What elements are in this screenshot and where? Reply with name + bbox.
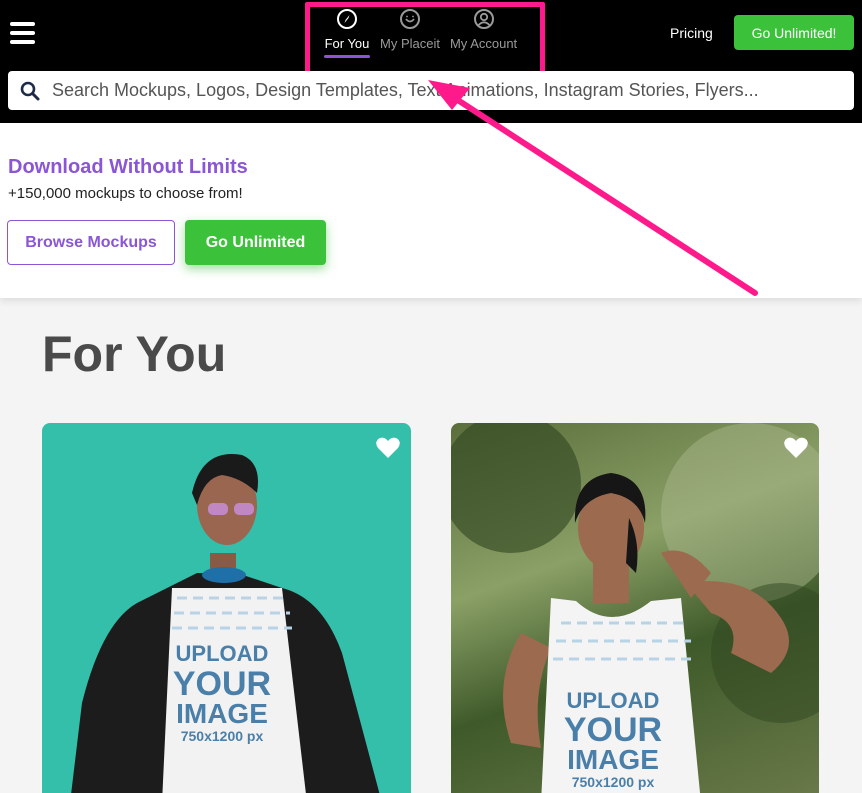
- mockup-text-size: 750x1200 px: [181, 728, 264, 744]
- mockup-preview-image: UPLOAD YOUR IMAGE 750x1200 px: [451, 423, 819, 793]
- mockup-preview-image: UPLOAD YOUR IMAGE 750x1200 px: [71, 454, 380, 793]
- smiley-icon: [399, 9, 420, 29]
- tab-my-placeit[interactable]: My Placeit: [378, 8, 442, 58]
- search-input[interactable]: [52, 80, 832, 101]
- compass-icon: [337, 9, 357, 29]
- top-navigation-bar: For You My Placeit My Account Pricing Go…: [0, 0, 862, 123]
- tab-my-account[interactable]: My Account: [448, 8, 519, 58]
- tab-for-you[interactable]: For You: [322, 8, 372, 58]
- search-bar: [8, 71, 854, 110]
- hamburger-menu-icon[interactable]: [10, 22, 35, 44]
- active-tab-indicator: [324, 55, 370, 58]
- promo-title: Download Without Limits: [8, 156, 248, 178]
- browse-mockups-button[interactable]: Browse Mockups: [7, 220, 175, 265]
- go-unlimited-promo-button[interactable]: Go Unlimited: [185, 220, 326, 265]
- tab-label: My Placeit: [380, 36, 440, 51]
- search-icon: [20, 81, 40, 100]
- mockup-card[interactable]: UPLOAD YOUR IMAGE 750x1200 px: [42, 423, 411, 793]
- go-unlimited-button[interactable]: Go Unlimited!: [734, 15, 854, 50]
- mockup-text-image: IMAGE: [567, 744, 659, 775]
- tab-indicator: [387, 55, 433, 58]
- favorite-heart-icon[interactable]: [375, 436, 401, 460]
- mockup-text-size: 750x1200 px: [572, 774, 655, 790]
- mockup-text-image: IMAGE: [176, 698, 268, 729]
- tab-label: My Account: [449, 36, 518, 51]
- tab-indicator: [461, 55, 507, 58]
- user-circle-icon: [473, 9, 494, 29]
- promo-subtitle: +150,000 mockups to choose from!: [8, 185, 243, 202]
- promo-banner: Download Without Limits +150,000 mockups…: [0, 123, 862, 298]
- mockup-text-upload: UPLOAD: [567, 688, 660, 713]
- mockup-card[interactable]: UPLOAD YOUR IMAGE 750x1200 px: [451, 423, 819, 793]
- tab-label: For You: [324, 36, 370, 51]
- section-title: For You: [42, 326, 227, 382]
- nav-tabs: For You My Placeit My Account: [322, 8, 519, 58]
- mockup-text-upload: UPLOAD: [176, 641, 269, 666]
- pricing-link[interactable]: Pricing: [670, 25, 713, 41]
- favorite-heart-icon[interactable]: [783, 436, 809, 460]
